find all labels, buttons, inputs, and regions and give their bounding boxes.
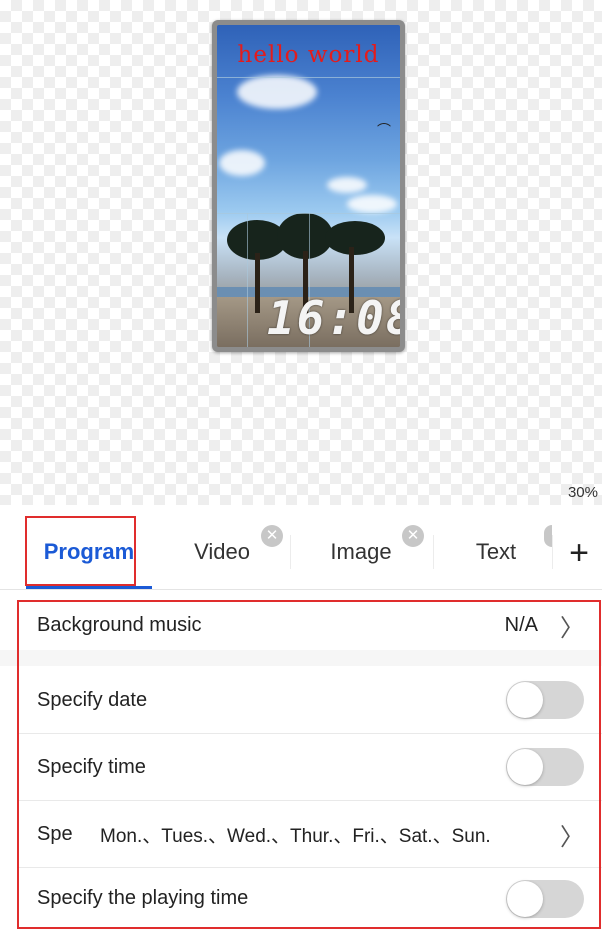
region-divider — [247, 213, 248, 347]
tab-text[interactable]: Text — [436, 515, 556, 589]
chevron-right-icon: 〉 — [560, 614, 584, 642]
row-label: Specify the playing time — [37, 887, 249, 909]
cloud — [347, 195, 397, 213]
close-icon[interactable]: ✕ — [261, 525, 283, 547]
tab-divider — [433, 535, 434, 569]
preview-screen: ⌒ hello world 16:08 — [217, 25, 400, 347]
specify-date-row: Specify date — [17, 667, 602, 733]
chevron-right-icon: 〉 — [560, 823, 584, 851]
digital-clock[interactable]: 16:08 — [267, 291, 400, 345]
close-icon[interactable]: ✕ — [402, 525, 424, 547]
tab-divider — [290, 535, 291, 569]
active-tab-indicator — [26, 586, 152, 589]
row-label: Specify time — [37, 755, 146, 778]
tree-canopy — [325, 221, 385, 255]
preview-canvas: ⌒ hello world 16:08 30% — [0, 0, 602, 505]
row-value: N/A — [504, 613, 538, 636]
tab-label: Program — [43, 539, 135, 564]
bird-icon: ⌒ — [377, 122, 391, 138]
tab-label: Video — [194, 539, 250, 564]
cloud — [219, 150, 265, 176]
weekday-list: Mon.、Tues.、Wed.、Thur.、Fri.、Sat.、Sun. — [100, 825, 491, 847]
tab-label: Text — [475, 539, 517, 564]
region-divider — [217, 77, 400, 78]
row-label: Specify date — [37, 688, 148, 711]
tab-divider — [552, 535, 553, 569]
tree-trunk — [255, 253, 260, 313]
specify-time-toggle[interactable] — [506, 748, 584, 786]
specify-time-row: Specify time — [17, 734, 602, 800]
cloud — [327, 177, 367, 193]
tab-label: Image — [330, 539, 392, 564]
tab-program[interactable]: Program — [26, 515, 152, 589]
section-gap — [0, 650, 602, 666]
toggle-knob — [507, 749, 543, 785]
specify-week-row[interactable]: Spe Mon.、Tues.、Wed.、Thur.、Fri.、Sat.、Sun.… — [17, 801, 602, 867]
close-icon[interactable] — [544, 525, 552, 547]
zoom-level: 30% — [567, 484, 598, 501]
row-label: Spe — [37, 822, 73, 845]
overlay-text[interactable]: hello world — [217, 33, 400, 77]
program-tab-bar: Program Video ✕ Image ✕ Text — [0, 515, 602, 590]
specify-date-toggle[interactable] — [506, 681, 584, 719]
cloud — [237, 75, 317, 109]
specify-playing-time-toggle[interactable] — [506, 880, 584, 918]
led-screen-preview[interactable]: ⌒ hello world 16:08 — [212, 20, 405, 352]
toggle-knob — [507, 881, 543, 917]
add-program-item-button[interactable]: + — [556, 517, 602, 589]
row-label: Background music — [37, 613, 202, 636]
toggle-knob — [507, 682, 543, 718]
specify-playing-time-row: Specify the playing time — [17, 868, 602, 929]
background-music-row[interactable]: Background music N/A 〉 — [17, 600, 602, 650]
